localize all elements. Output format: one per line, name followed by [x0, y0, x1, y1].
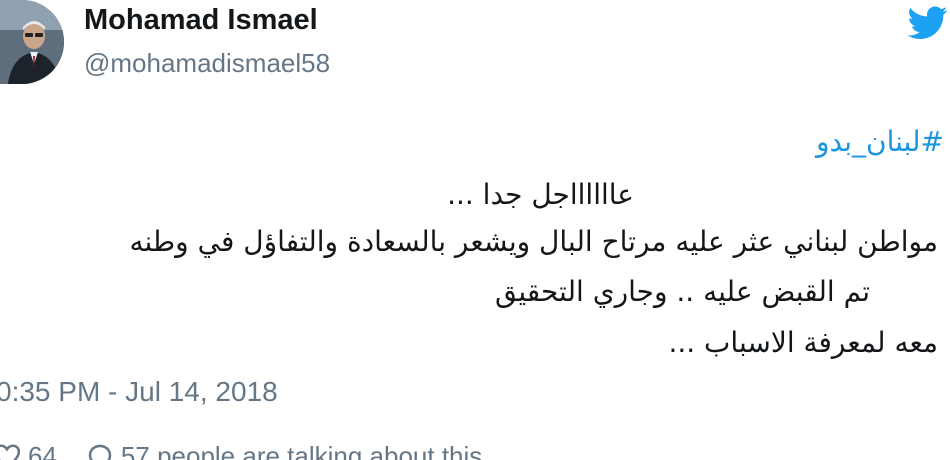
tweet-line: تم القبض عليه .. وجاري التحقيق [495, 275, 870, 308]
tweet-line: معه لمعرفة الاسباب ... [668, 326, 938, 359]
display-name[interactable]: Mohamad Ismael [84, 4, 318, 37]
tweet-line: عااااااجل جدا ... [447, 178, 634, 211]
hashtag-link[interactable]: #لبنان_بدو [816, 125, 944, 158]
tweet-line: مواطن لبناني عثر عليه مرتاح البال ويشعر … [129, 225, 938, 258]
tweet-card: Mohamad Ismael @mohamadismael58 #لبنان_ب… [0, 0, 950, 460]
conversation-action[interactable]: 57 people are talking about this [85, 441, 482, 460]
username-handle[interactable]: @mohamadismael58 [84, 48, 330, 79]
comment-bubble-icon[interactable] [85, 441, 115, 460]
talking-count-text: 57 people are talking about this [120, 440, 483, 460]
likes-action[interactable]: 64 [0, 441, 57, 460]
avatar[interactable] [0, 0, 64, 84]
twitter-bird-icon[interactable] [907, 6, 948, 40]
heart-icon[interactable] [0, 441, 22, 460]
likes-count: 64 [28, 440, 57, 460]
engagement-bar: 64 57 people are talking about this [0, 436, 510, 460]
tweet-timestamp[interactable]: 0:35 PM - Jul 14, 2018 [0, 376, 278, 408]
